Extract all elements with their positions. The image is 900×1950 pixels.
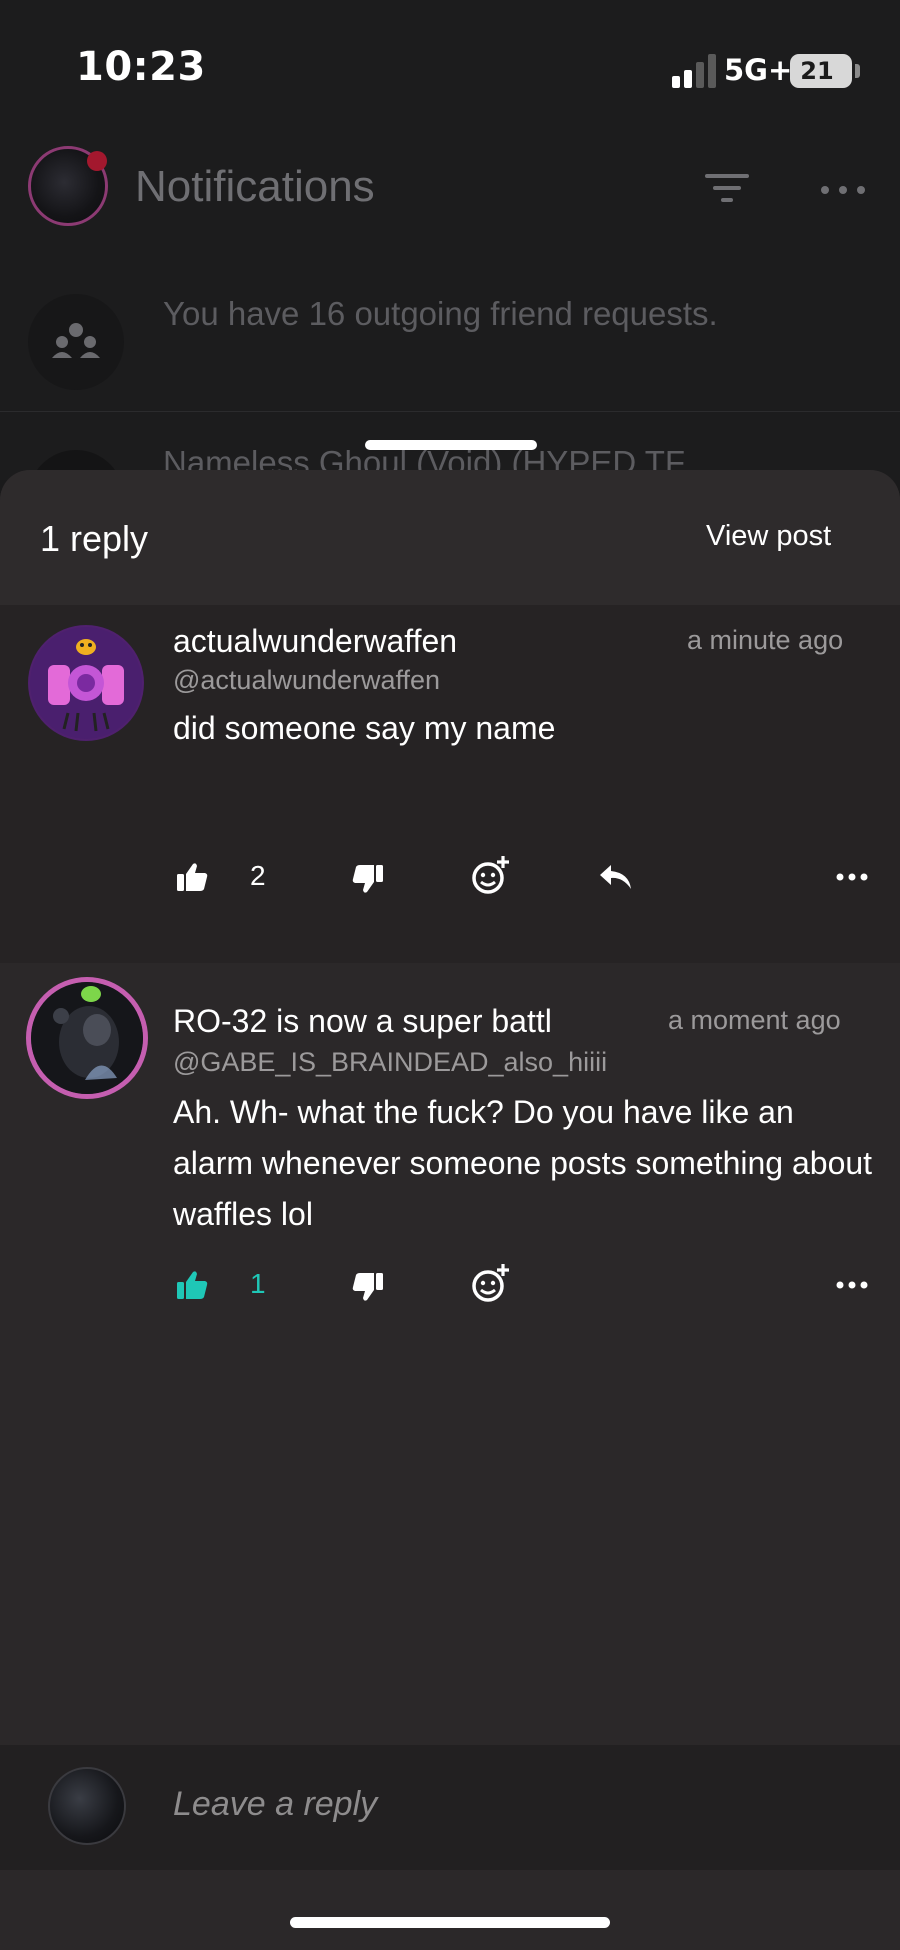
comment-text: Ah. Wh- what the fuck? Do you have like …	[173, 1094, 873, 1232]
outgoing-requests-row[interactable]: You have 16 outgoing friend requests.	[0, 280, 900, 412]
username[interactable]: actualwunderwaffen	[173, 623, 593, 660]
battery-tip	[855, 64, 860, 78]
sheet-drag-handle[interactable]	[365, 440, 537, 450]
more-icon[interactable]	[830, 855, 874, 899]
status-bar: 10:23 5G+ 21	[0, 0, 900, 135]
network-label: 5G+	[724, 53, 793, 87]
group-icon	[28, 294, 124, 390]
avatar[interactable]	[26, 977, 148, 1099]
username[interactable]: RO-32 is now a super battl	[173, 1003, 633, 1040]
notifications-header: Notifications	[0, 130, 900, 250]
thumbs-up-icon[interactable]	[170, 1263, 214, 1307]
thumbs-down-icon[interactable]	[346, 857, 390, 901]
status-time: 10:23	[76, 44, 206, 90]
more-icon[interactable]	[830, 1263, 874, 1307]
reply-input[interactable]: Leave a reply	[173, 1785, 377, 1824]
reply-bar[interactable]: Leave a reply	[0, 1745, 900, 1870]
more-icon[interactable]	[818, 180, 868, 200]
battery-icon: 21	[790, 54, 852, 88]
comment-text: did someone say my name	[173, 710, 556, 746]
signal-icon	[672, 52, 720, 88]
view-post-button[interactable]: View post	[706, 520, 831, 553]
comment-item: actualwunderwaffen @actualwunderwaffen a…	[0, 605, 900, 963]
like-count: 2	[250, 860, 266, 891]
outgoing-requests-text: You have 16 outgoing friend requests.	[163, 295, 718, 332]
sheet-header: 1 reply View post	[0, 470, 900, 605]
page-title: Notifications	[135, 162, 375, 211]
filter-icon[interactable]	[702, 168, 752, 208]
comment-timestamp: a moment ago	[668, 1005, 841, 1035]
thumbs-up-icon[interactable]	[170, 855, 214, 899]
sheet-title: 1 reply	[40, 518, 149, 559]
add-reaction-icon[interactable]	[468, 1261, 512, 1305]
user-handle[interactable]: @GABE_IS_BRAINDEAD_also_hiiii	[173, 1047, 607, 1078]
profile-avatar[interactable]	[28, 146, 108, 226]
battery-level: 21	[800, 57, 834, 85]
add-reaction-icon[interactable]	[468, 853, 512, 897]
thumbs-down-icon[interactable]	[346, 1265, 390, 1309]
user-handle[interactable]: @actualwunderwaffen	[173, 665, 440, 696]
replies-sheet: 1 reply View post actualwunderwaffen @ac…	[0, 470, 900, 1950]
like-count: 1	[250, 1268, 266, 1299]
comment-timestamp: a minute ago	[687, 625, 844, 655]
home-indicator[interactable]	[290, 1917, 610, 1928]
avatar	[48, 1767, 126, 1845]
reply-icon[interactable]	[594, 855, 638, 899]
avatar[interactable]	[28, 625, 144, 741]
notification-dot	[87, 151, 107, 171]
home-bar-area	[0, 1870, 900, 1950]
